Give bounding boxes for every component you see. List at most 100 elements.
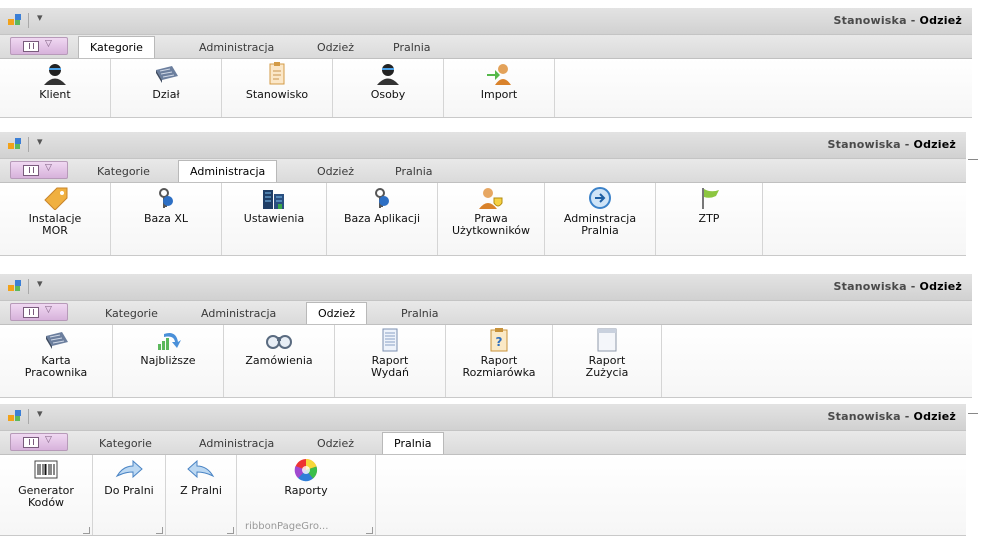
group-launcher-icon[interactable] bbox=[227, 527, 234, 534]
raporty-button[interactable]: Raporty ribbonPageGro... bbox=[237, 455, 376, 535]
grid-icon bbox=[156, 66, 178, 83]
app-menu-button[interactable]: ▽ bbox=[10, 161, 68, 179]
window-title: Stanowiska - Odzież bbox=[833, 14, 962, 27]
ribbon-panel: Generator Kodów Do Pralni Z Pralni Rapor… bbox=[0, 454, 966, 536]
key-icon bbox=[159, 188, 173, 208]
zamowienia-button[interactable]: Zamówienia bbox=[224, 325, 335, 397]
arrow-right-icon bbox=[115, 459, 143, 479]
najblizsze-button[interactable]: Najbliższe bbox=[113, 325, 224, 397]
raport-rozmiarowka-button[interactable]: ? Raport Rozmiarówka bbox=[446, 325, 553, 397]
baza-aplikacji-button[interactable]: Baza Aplikacji bbox=[327, 183, 438, 255]
key-icon bbox=[375, 188, 389, 208]
tabs-row: ▽ Kategorie Administracja Odzież Pralnia bbox=[0, 159, 966, 183]
tabs-row: ▽ Kategorie Administracja Odzież Pralnia bbox=[0, 301, 972, 325]
tab-odziez[interactable]: Odzież bbox=[306, 39, 365, 58]
dzial-button[interactable]: Dział bbox=[111, 59, 222, 117]
qat-separator bbox=[28, 137, 29, 152]
edge-mark bbox=[968, 413, 978, 414]
tab-kategorie[interactable]: Kategorie bbox=[88, 435, 163, 454]
title-bar: ▾ Stanowiska - Odzież bbox=[0, 404, 966, 431]
qat-dropdown-icon[interactable]: ▾ bbox=[37, 277, 43, 290]
baza-xl-button[interactable]: Baza XL bbox=[111, 183, 222, 255]
barcode-icon bbox=[34, 460, 58, 479]
ribbon-panel: Instalacje MOR Baza XL Ustawienia Baza A… bbox=[0, 182, 966, 256]
group-launcher-icon[interactable] bbox=[83, 527, 90, 534]
tab-kategorie[interactable]: Kategorie bbox=[78, 36, 155, 59]
tab-odziez[interactable]: Odzież bbox=[306, 163, 365, 182]
osoby-button[interactable]: Osoby bbox=[333, 59, 444, 117]
group-footer bbox=[0, 107, 110, 117]
ribbon-kategorie: ▾ Stanowiska - Odzież ▽ Kategorie Admini… bbox=[0, 8, 972, 128]
tab-administracja[interactable]: Administracja bbox=[190, 305, 287, 324]
tabs-row: ▽ Kategorie Administracja Odzież Pralnia bbox=[0, 431, 966, 455]
do-pralni-button[interactable]: Do Pralni bbox=[93, 455, 166, 535]
app-icon[interactable] bbox=[8, 13, 22, 27]
user-shield-icon bbox=[479, 188, 503, 209]
flag-icon bbox=[702, 188, 719, 209]
qat-dropdown-icon[interactable]: ▾ bbox=[37, 135, 43, 148]
qat-separator bbox=[28, 279, 29, 294]
app-menu-button[interactable]: ▽ bbox=[10, 303, 68, 321]
grid-icon bbox=[46, 332, 68, 349]
tab-administracja[interactable]: Administracja bbox=[188, 435, 285, 454]
arrow-left-icon bbox=[187, 459, 215, 479]
user-icon bbox=[377, 64, 399, 85]
tag-icon bbox=[44, 187, 68, 210]
tab-odziez[interactable]: Odzież bbox=[306, 302, 368, 325]
group-launcher-icon[interactable] bbox=[156, 527, 163, 534]
ribbon-pralnia: ▾ Stanowiska - Odzież ▽ Kategorie Admini… bbox=[0, 404, 966, 536]
app-icon[interactable] bbox=[8, 409, 22, 423]
ztp-button[interactable]: ZTP bbox=[656, 183, 763, 255]
window-title: Stanowiska - Odzież bbox=[827, 410, 956, 423]
blank-doc-icon bbox=[597, 328, 617, 352]
svg-text:?: ? bbox=[496, 335, 503, 349]
tab-kategorie[interactable]: Kategorie bbox=[94, 305, 169, 324]
chart-arrow-icon bbox=[158, 333, 181, 350]
tab-pralnia[interactable]: Pralnia bbox=[384, 163, 444, 182]
raport-zuzycia-button[interactable]: Raport Zużycia bbox=[553, 325, 662, 397]
import-icon bbox=[487, 64, 511, 85]
qat-dropdown-icon[interactable]: ▾ bbox=[37, 11, 43, 24]
tab-administracja[interactable]: Administracja bbox=[188, 39, 285, 58]
user-icon bbox=[44, 64, 66, 85]
app-menu-button[interactable]: ▽ bbox=[10, 37, 68, 55]
edge-mark bbox=[968, 159, 978, 160]
ribbon-administracja: ▾ Stanowiska - Odzież ▽ Kategorie Admini… bbox=[0, 132, 966, 266]
tab-pralnia[interactable]: Pralnia bbox=[382, 432, 444, 455]
adminstracja-pralnia-button[interactable]: Adminstracja Pralnia bbox=[545, 183, 656, 255]
app-icon[interactable] bbox=[8, 279, 22, 293]
generator-kodow-button[interactable]: Generator Kodów bbox=[0, 455, 93, 535]
circle-arrow-icon bbox=[589, 187, 611, 209]
tab-pralnia[interactable]: Pralnia bbox=[390, 305, 450, 324]
qat-separator bbox=[28, 13, 29, 28]
tab-administracja[interactable]: Administracja bbox=[178, 160, 278, 183]
ustawienia-button[interactable]: Ustawienia bbox=[222, 183, 327, 255]
instalacje-mor-button[interactable]: Instalacje MOR bbox=[0, 183, 111, 255]
tab-kategorie[interactable]: Kategorie bbox=[86, 163, 161, 182]
group-launcher-icon[interactable] bbox=[366, 527, 373, 534]
stanowisko-button[interactable]: Stanowisko bbox=[222, 59, 333, 117]
import-button[interactable]: Import bbox=[444, 59, 555, 117]
clipboard-icon bbox=[269, 62, 285, 85]
building-icon bbox=[263, 190, 284, 209]
window-title: Stanowiska - Odzież bbox=[833, 280, 962, 293]
group-label: ribbonPageGro... bbox=[245, 521, 329, 532]
prawa-uzytkownikow-button[interactable]: Prawa Użytkowników bbox=[438, 183, 545, 255]
ribbon-panel: Klient Dział Stanowisko Osoby Import bbox=[0, 58, 972, 118]
ribbon-panel: Karta Pracownika Najbliższe Zamówienia R… bbox=[0, 324, 972, 398]
app-icon[interactable] bbox=[8, 137, 22, 151]
title-bar: ▾ Stanowiska - Odzież bbox=[0, 8, 972, 35]
z-pralni-button[interactable]: Z Pralni bbox=[166, 455, 237, 535]
app-menu-button[interactable]: ▽ bbox=[10, 433, 68, 451]
tab-pralnia[interactable]: Pralnia bbox=[382, 39, 442, 58]
binoculars-icon bbox=[266, 335, 292, 349]
tabs-row: ▽ Kategorie Administracja Odzież Pralnia bbox=[0, 35, 972, 59]
title-bar: ▾ Stanowiska - Odzież bbox=[0, 274, 972, 301]
question-doc-icon: ? bbox=[490, 328, 508, 352]
tab-odziez[interactable]: Odzież bbox=[306, 435, 365, 454]
qat-dropdown-icon[interactable]: ▾ bbox=[37, 407, 43, 420]
klient-button[interactable]: Klient bbox=[0, 59, 111, 117]
karta-pracownika-button[interactable]: Karta Pracownika bbox=[0, 325, 113, 397]
document-icon bbox=[382, 328, 398, 352]
raport-wydan-button[interactable]: Raport Wydań bbox=[335, 325, 446, 397]
